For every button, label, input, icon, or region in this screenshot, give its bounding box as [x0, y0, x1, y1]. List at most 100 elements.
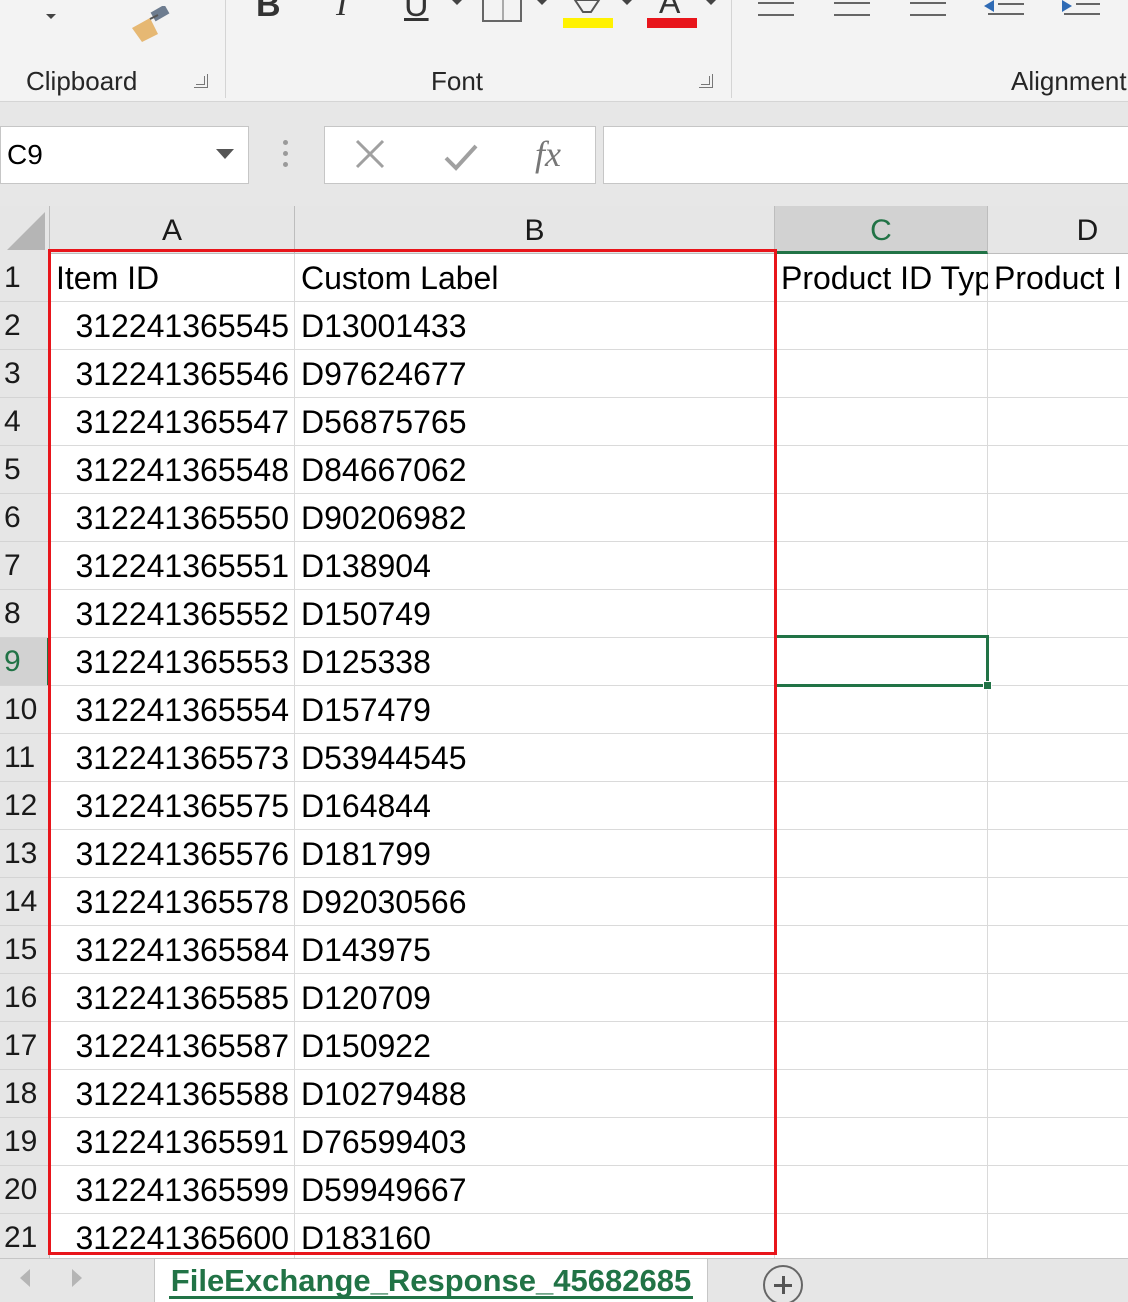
name-box[interactable]: C9 [0, 126, 249, 184]
cell-d16[interactable] [988, 974, 1128, 1022]
cell-d7[interactable] [988, 542, 1128, 590]
fill-color-dropdown-icon[interactable] [622, 0, 632, 5]
cell-a13[interactable]: 312241365576 [50, 830, 295, 878]
row-header[interactable]: 2 [0, 302, 50, 350]
select-all-button[interactable] [0, 206, 50, 254]
row-header[interactable]: 3 [0, 350, 50, 398]
bold-icon[interactable]: B [256, 0, 281, 25]
cell-a8[interactable]: 312241365552 [50, 590, 295, 638]
cell-a6[interactable]: 312241365550 [50, 494, 295, 542]
font-dialog-launcher-icon[interactable] [699, 74, 713, 88]
column-header-b[interactable]: B [295, 206, 775, 254]
cell-a12[interactable]: 312241365575 [50, 782, 295, 830]
cell-c20[interactable] [775, 1166, 988, 1214]
paste-dropdown-arrow-icon[interactable] [46, 14, 56, 19]
row-header[interactable]: 4 [0, 398, 50, 446]
cell-c4[interactable] [775, 398, 988, 446]
cell-a20[interactable]: 312241365599 [50, 1166, 295, 1214]
cell-d17[interactable] [988, 1022, 1128, 1070]
align-left-icon[interactable] [758, 2, 794, 16]
italic-icon[interactable]: I [336, 0, 347, 24]
name-box-dropdown-icon[interactable] [216, 149, 234, 159]
cell-d3[interactable] [988, 350, 1128, 398]
increase-indent-icon[interactable] [1060, 0, 1100, 16]
cell-b19[interactable]: D76599403 [295, 1118, 775, 1166]
column-header-c[interactable]: C [775, 206, 988, 254]
cell-b10[interactable]: D157479 [295, 686, 775, 734]
borders-dropdown-icon[interactable] [537, 0, 547, 5]
new-sheet-plus-icon[interactable] [763, 1265, 803, 1302]
cell-a1[interactable]: Item ID [50, 254, 295, 302]
cell-c19[interactable] [775, 1118, 988, 1166]
cell-b7[interactable]: D138904 [295, 542, 775, 590]
cell-a11[interactable]: 312241365573 [50, 734, 295, 782]
fill-handle[interactable] [983, 681, 992, 690]
cell-b14[interactable]: D92030566 [295, 878, 775, 926]
scroll-tabs-left-icon[interactable] [20, 1269, 30, 1287]
cell-c3[interactable] [775, 350, 988, 398]
cell-a10[interactable]: 312241365554 [50, 686, 295, 734]
cell-c16[interactable] [775, 974, 988, 1022]
cell-c1[interactable]: Product ID Typ [775, 254, 988, 302]
row-header[interactable]: 19 [0, 1118, 50, 1166]
cell-d18[interactable] [988, 1070, 1128, 1118]
underline-icon[interactable]: U [404, 0, 429, 25]
cell-c12[interactable] [775, 782, 988, 830]
decrease-indent-icon[interactable] [984, 0, 1024, 16]
cancel-icon[interactable] [353, 137, 387, 180]
cell-d5[interactable] [988, 446, 1128, 494]
cell-a16[interactable]: 312241365585 [50, 974, 295, 1022]
row-header[interactable]: 14 [0, 878, 50, 926]
cell-c2[interactable] [775, 302, 988, 350]
clipboard-dialog-launcher-icon[interactable] [194, 74, 208, 88]
row-header[interactable]: 8 [0, 590, 50, 638]
cell-c5[interactable] [775, 446, 988, 494]
scroll-tabs-right-icon[interactable] [72, 1269, 82, 1287]
borders-icon[interactable] [482, 0, 522, 22]
formula-input[interactable] [603, 126, 1128, 184]
cell-b2[interactable]: D13001433 [295, 302, 775, 350]
font-color-icon[interactable]: A [647, 0, 697, 28]
cell-d8[interactable] [988, 590, 1128, 638]
cell-a14[interactable]: 312241365578 [50, 878, 295, 926]
cell-b17[interactable]: D150922 [295, 1022, 775, 1070]
cell-a4[interactable]: 312241365547 [50, 398, 295, 446]
cell-c6[interactable] [775, 494, 988, 542]
row-header[interactable]: 17 [0, 1022, 50, 1070]
cell-a19[interactable]: 312241365591 [50, 1118, 295, 1166]
cell-a7[interactable]: 312241365551 [50, 542, 295, 590]
cell-d14[interactable] [988, 878, 1128, 926]
cell-d4[interactable] [988, 398, 1128, 446]
row-header[interactable]: 7 [0, 542, 50, 590]
cell-d2[interactable] [988, 302, 1128, 350]
cell-b21[interactable]: D183160 [295, 1214, 775, 1258]
cell-d12[interactable] [988, 782, 1128, 830]
cell-a9[interactable]: 312241365553 [50, 638, 295, 686]
cell-d10[interactable] [988, 686, 1128, 734]
cell-b11[interactable]: D53944545 [295, 734, 775, 782]
cell-b1[interactable]: Custom Label [295, 254, 775, 302]
cell-b3[interactable]: D97624677 [295, 350, 775, 398]
align-center-icon[interactable] [834, 2, 870, 16]
cell-d19[interactable] [988, 1118, 1128, 1166]
cell-c7[interactable] [775, 542, 988, 590]
row-header[interactable]: 13 [0, 830, 50, 878]
fill-color-icon[interactable] [563, 0, 613, 28]
cell-c13[interactable] [775, 830, 988, 878]
cell-b9[interactable]: D125338 [295, 638, 775, 686]
cell-a17[interactable]: 312241365587 [50, 1022, 295, 1070]
cell-c18[interactable] [775, 1070, 988, 1118]
sheet-tab-active[interactable]: FileExchange_Response_45682685 [154, 1259, 708, 1302]
row-header[interactable]: 16 [0, 974, 50, 1022]
column-header-d[interactable]: D [988, 206, 1128, 254]
active-cell-c9[interactable] [774, 635, 992, 690]
format-painter-icon[interactable] [128, 4, 172, 44]
cell-c11[interactable] [775, 734, 988, 782]
cell-b18[interactable]: D10279488 [295, 1070, 775, 1118]
cell-a18[interactable]: 312241365588 [50, 1070, 295, 1118]
row-header[interactable]: 5 [0, 446, 50, 494]
cell-c17[interactable] [775, 1022, 988, 1070]
cell-a2[interactable]: 312241365545 [50, 302, 295, 350]
row-header[interactable]: 1 [0, 254, 50, 302]
insert-function-button[interactable]: fx [535, 133, 561, 175]
